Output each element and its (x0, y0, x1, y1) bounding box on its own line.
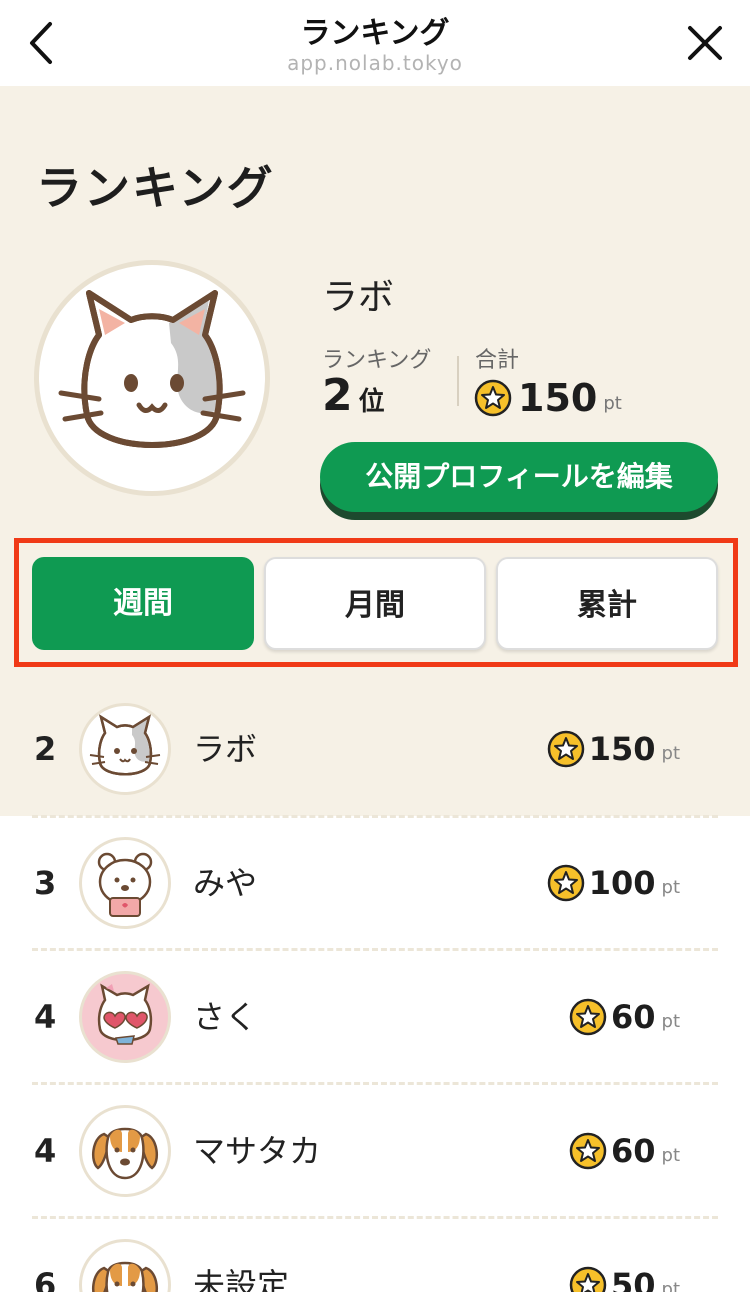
cat-icon (89, 714, 161, 776)
ranking-row[interactable]: 6 未設定 50 pt (0, 1218, 750, 1292)
star-coin-icon (547, 864, 584, 902)
row-rank: 4 (34, 998, 57, 1036)
ranking-header: ランキング ラボ ランキング 2位 合計 150 pt 公開プロフィールを編集 … (0, 86, 750, 682)
total-unit: pt (603, 392, 622, 414)
row-name: みや (193, 864, 258, 902)
profile-name: ラボ (322, 277, 395, 318)
star-coin-icon (569, 1132, 607, 1170)
row-avatar (79, 1239, 171, 1292)
row-points-value: 60 (610, 1132, 656, 1170)
star-coin-icon (569, 1266, 607, 1292)
row-points-value: 50 (610, 1266, 656, 1292)
row-name: ラボ (193, 730, 258, 768)
tab-monthly[interactable]: 月間 (264, 557, 486, 650)
star-coin-icon (569, 998, 607, 1036)
edit-public-profile-button[interactable]: 公開プロフィールを編集 (320, 442, 718, 512)
page-title: ランキング (36, 161, 275, 215)
row-rank: 6 (34, 1266, 57, 1292)
row-avatar (79, 837, 171, 929)
row-avatar (79, 971, 171, 1063)
row-points: 50 pt (569, 1218, 680, 1292)
row-rank: 2 (34, 730, 57, 768)
dog-icon (91, 1127, 159, 1180)
ranking-row[interactable]: 4 さく 60 pt (0, 950, 750, 1084)
row-points: 60 pt (569, 950, 680, 1084)
row-points: 150 pt (547, 682, 680, 816)
period-tabs: 週間 月間 累計 (14, 538, 738, 667)
row-points-unit: pt (661, 1278, 680, 1292)
row-avatar (79, 1105, 171, 1197)
dog-icon (91, 1261, 159, 1292)
top-nav-bar: ランキング app.nolab.tokyo (0, 0, 750, 86)
cat-heart-glasses-icon (97, 983, 153, 1045)
total-value: 150 (518, 376, 598, 420)
stats-divider (457, 356, 459, 406)
row-rank: 4 (34, 1132, 57, 1170)
nav-title: ランキング (300, 16, 450, 51)
row-points: 100 pt (547, 816, 680, 950)
close-icon (688, 26, 722, 60)
rank-value: 2 (322, 370, 353, 421)
profile-avatar (34, 260, 270, 496)
star-coin-icon (474, 379, 512, 417)
cat-icon (58, 290, 246, 448)
row-rank: 3 (34, 864, 57, 902)
row-points-unit: pt (661, 876, 680, 898)
ranking-row[interactable]: 2 ラボ 150 pt (0, 682, 750, 816)
nav-url: app.nolab.tokyo (287, 51, 463, 75)
bear-icon (97, 852, 153, 917)
row-name: マサタカ (193, 1132, 322, 1170)
row-points-value: 150 (588, 730, 656, 768)
row-points-value: 60 (610, 998, 656, 1036)
close-button[interactable] (682, 20, 728, 66)
total-label: 合計 (475, 348, 520, 373)
ranking-row[interactable]: 3 みや 100 pt (0, 816, 750, 950)
tab-total[interactable]: 累計 (496, 557, 718, 650)
rank-unit: 位 (358, 387, 385, 417)
star-coin-icon (547, 730, 584, 768)
row-points-unit: pt (661, 742, 680, 764)
row-name: さく (193, 998, 258, 1036)
ranking-row[interactable]: 4 マサタカ 60 pt (0, 1084, 750, 1218)
row-points-unit: pt (661, 1010, 680, 1032)
row-points-value: 100 (588, 864, 656, 902)
row-name: 未設定 (193, 1266, 290, 1292)
row-avatar (79, 703, 171, 795)
rank-value-group: 2位 (322, 370, 385, 421)
tab-weekly[interactable]: 週間 (32, 557, 254, 650)
total-points-group: 150 pt (474, 376, 622, 420)
row-points-unit: pt (661, 1144, 680, 1166)
row-points: 60 pt (569, 1084, 680, 1218)
